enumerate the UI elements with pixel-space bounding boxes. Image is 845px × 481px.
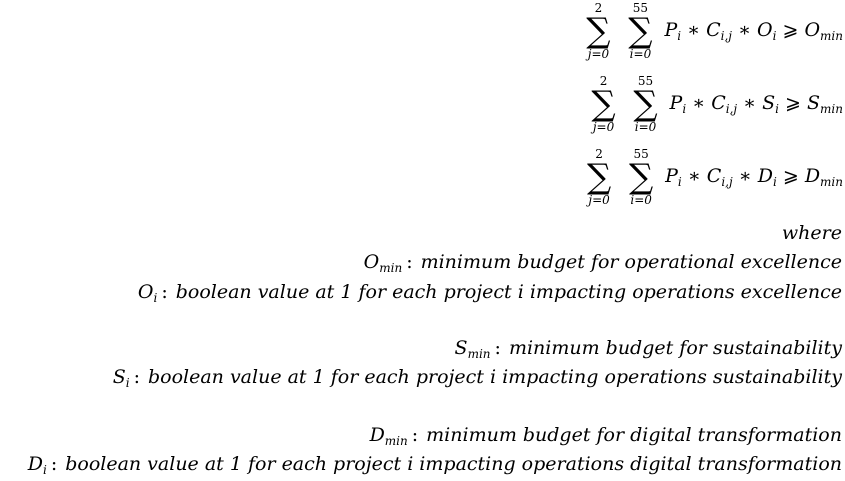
- outer-sum: 2 ∑ j=0: [586, 1, 611, 61]
- constraint-sustainability: 2 ∑ j=0 55 ∑ i=0 Pi ∗ Ci,j ∗ Si ⩾ Smin: [584, 75, 843, 133]
- definition-s-min: Smin: minimum budget for sustainability: [454, 337, 842, 361]
- sigma-symbol: ∑: [633, 84, 658, 124]
- inner-sum: 55 ∑ i=0: [628, 147, 654, 207]
- sigma-symbol: ∑: [628, 11, 653, 51]
- definition-s-i: Si: boolean value at 1 for each project i…: [112, 366, 842, 390]
- outer-sum: 2 ∑ j=0: [586, 147, 612, 207]
- sigma-symbol: ∑: [628, 157, 654, 197]
- definition-o-i: Oi: boolean value at 1 for each project i…: [137, 281, 842, 305]
- constraint-operations: 2 ∑ j=0 55 ∑ i=0 Pi ∗ Ci,j ∗ Oi ⩾ Omin: [578, 2, 843, 60]
- sigma-symbol: ∑: [591, 84, 616, 124]
- inner-sum: 55 ∑ i=0: [628, 1, 653, 61]
- where-label: where: [781, 222, 842, 244]
- sigma-symbol: ∑: [586, 157, 612, 197]
- equation-body: Pi ∗ Ci,j ∗ Si ⩾ Smin: [669, 92, 843, 116]
- definition-d-i: Di: boolean value at 1 for each project i…: [27, 453, 842, 477]
- constraint-digital: 2 ∑ j=0 55 ∑ i=0 Pi ∗ Ci,j ∗ Di ⩾ Dmin: [579, 148, 843, 206]
- equation-body: Pi ∗ Ci,j ∗ Oi ⩾ Omin: [664, 19, 843, 43]
- equation-body: Pi ∗ Ci,j ∗ Di ⩾ Dmin: [665, 165, 843, 189]
- definition-d-min: Dmin: minimum budget for digital transfor…: [369, 424, 842, 448]
- inner-sum: 55 ∑ i=0: [633, 74, 658, 134]
- definition-o-min: Omin: minimum budget for operational exce…: [363, 251, 842, 275]
- formula-document: 2 ∑ j=0 55 ∑ i=0 Pi ∗ Ci,j ∗ Oi ⩾ Omin 2…: [0, 0, 845, 477]
- outer-sum: 2 ∑ j=0: [591, 74, 616, 134]
- sigma-symbol: ∑: [586, 11, 611, 51]
